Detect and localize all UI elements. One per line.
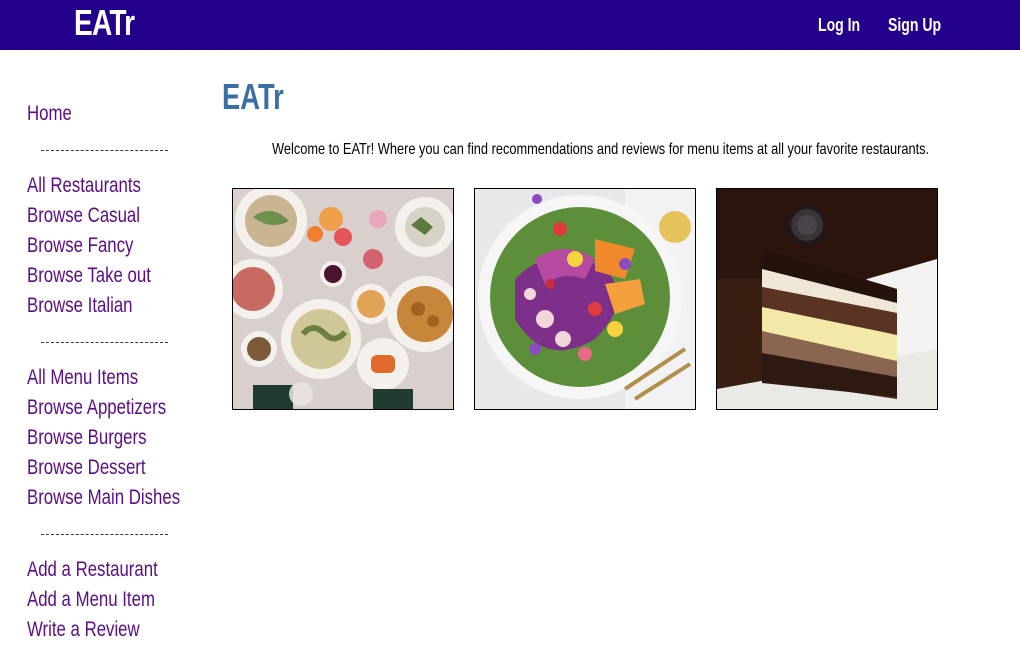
sidebar-item-browse-main-dishes[interactable]: Browse Main Dishes [27, 486, 180, 510]
sidebar-divider [41, 150, 168, 151]
sidebar-item-all-menu-items[interactable]: All Menu Items [27, 366, 138, 390]
sidebar-divider [41, 534, 168, 535]
layered-cake-slice-image [716, 188, 938, 410]
sidebar-item-browse-italian[interactable]: Browse Italian [27, 294, 133, 318]
layered-cake-slice-photo [717, 189, 937, 409]
table-of-dishes-photo [233, 189, 453, 409]
top-navbar: EATr Log In Sign Up [0, 0, 1020, 50]
welcome-message: Welcome to EATr! Where you can find reco… [272, 141, 930, 158]
login-link[interactable]: Log In [818, 15, 860, 36]
salad-bowl-photo [475, 189, 695, 409]
sidebar-item-add-restaurant[interactable]: Add a Restaurant [27, 558, 158, 582]
sidebar-item-all-restaurants[interactable]: All Restaurants [27, 174, 141, 198]
sidebar-divider [41, 342, 168, 343]
salad-bowl-image [474, 188, 696, 410]
sidebar-item-browse-casual[interactable]: Browse Casual [27, 204, 140, 228]
sidebar-item-browse-burgers[interactable]: Browse Burgers [27, 426, 147, 450]
signup-link[interactable]: Sign Up [888, 15, 941, 36]
sidebar-item-browse-appetizers[interactable]: Browse Appetizers [27, 396, 166, 420]
table-of-dishes-image [232, 188, 454, 410]
sidebar-item-browse-fancy[interactable]: Browse Fancy [27, 234, 133, 258]
sidebar-item-browse-dessert[interactable]: Browse Dessert [27, 456, 146, 480]
brand-logo-link[interactable]: EATr [74, 2, 135, 44]
sidebar-item-home[interactable]: Home [27, 102, 72, 126]
page-title: EATr [222, 76, 284, 117]
sidebar-item-add-menu-item[interactable]: Add a Menu Item [27, 588, 155, 612]
sidebar-item-browse-take-out[interactable]: Browse Take out [27, 264, 151, 288]
sidebar-item-write-review[interactable]: Write a Review [27, 618, 140, 642]
